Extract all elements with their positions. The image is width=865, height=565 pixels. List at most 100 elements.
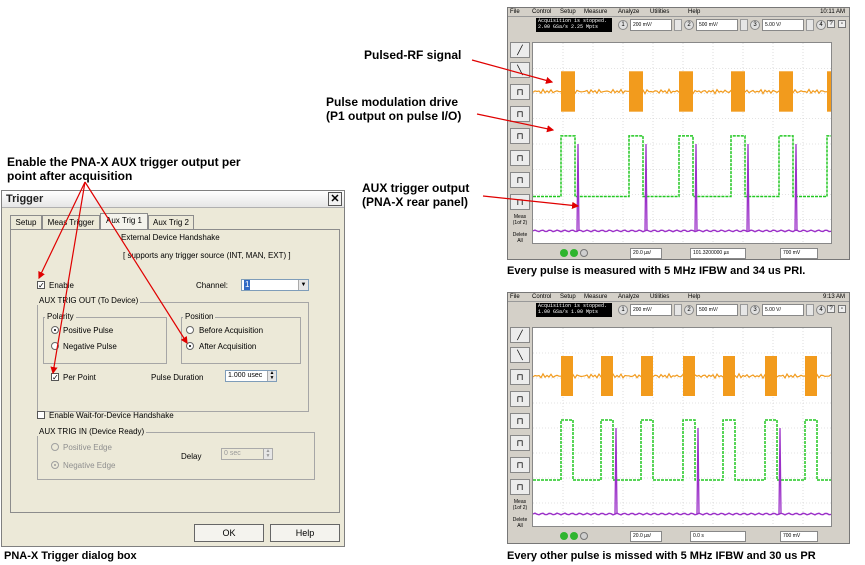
duty-cycle-icon[interactable]: ⊓ — [510, 172, 530, 188]
channel-scale[interactable]: 200 mV/ — [630, 304, 672, 316]
channel-number: 4 — [816, 305, 826, 315]
channel-scale[interactable]: 200 mV/ — [630, 19, 672, 31]
period-icon[interactable]: ⊓ — [510, 413, 530, 429]
period-icon[interactable]: ⊓ — [510, 128, 530, 144]
timebase-field[interactable]: 20.0 µs/ — [630, 531, 662, 542]
channel-scale[interactable]: 500 mV/ — [696, 19, 738, 31]
spin-arrows-icon[interactable]: ▲ ▼ — [263, 449, 272, 459]
spin-arrows-icon[interactable]: ▲ ▼ — [267, 371, 276, 381]
channel-scale[interactable]: 5.00 V/ — [762, 19, 804, 31]
negative-pulse-radio[interactable] — [51, 342, 59, 350]
menu-utilities[interactable]: Utilities — [650, 294, 669, 301]
chevron-down-icon[interactable]: ▼ — [298, 280, 308, 290]
ok-button[interactable]: OK — [194, 524, 264, 542]
pulse-width-icon[interactable]: ⊓ — [510, 369, 530, 385]
stop-icon[interactable] — [570, 249, 578, 257]
meas-page-label[interactable]: Meas (1of 2) — [510, 499, 530, 511]
channel-3-control[interactable]: 3 5.00 V/ — [750, 19, 816, 31]
single-icon[interactable] — [580, 532, 588, 540]
duty-cycle-icon[interactable]: ⊓ — [510, 457, 530, 473]
amplitude-icon[interactable]: ⊓ — [510, 479, 530, 495]
window-icon[interactable]: ▫ — [838, 305, 846, 313]
delete-all-button[interactable]: Delete All — [510, 232, 530, 244]
per-point-label: Per Point — [63, 373, 96, 382]
scale-spin-icon[interactable] — [740, 304, 748, 316]
before-acquisition-radio[interactable] — [186, 326, 194, 334]
pulse-measure-icon[interactable]: ⊓ — [510, 391, 530, 407]
tab-aux-trig-2[interactable]: Aux Trig 2 — [148, 215, 194, 230]
aux-trig-in-label: AUX TRIG IN (Device Ready) — [37, 427, 147, 436]
per-point-checkbox[interactable]: ✓ — [51, 373, 59, 382]
menu-measure[interactable]: Measure — [584, 9, 607, 16]
scale-spin-icon[interactable] — [806, 304, 814, 316]
channel-label: Channel: — [196, 281, 229, 290]
menu-analyze[interactable]: Analyze — [618, 9, 639, 16]
delay-input[interactable]: 0 sec ▲ ▼ — [221, 448, 273, 460]
after-acquisition-radio[interactable] — [186, 342, 194, 350]
pulse-duration-value: 1.000 usec — [228, 372, 263, 379]
rf-burst — [731, 71, 745, 112]
menu-analyze[interactable]: Analyze — [618, 294, 639, 301]
frequency-icon[interactable]: ⊓ — [510, 435, 530, 451]
channel-1-control[interactable]: 1 200 mV/ — [618, 304, 684, 316]
menu-utilities[interactable]: Utilities — [650, 9, 669, 16]
meas-page-label[interactable]: Meas (1of 2) — [510, 214, 530, 226]
amplitude-icon[interactable]: ⊓ — [510, 194, 530, 210]
negative-edge-radio[interactable] — [51, 461, 59, 469]
timebase-field[interactable]: 20.0 µs/ — [630, 248, 662, 259]
help-button[interactable]: Help — [270, 524, 340, 542]
scale-spin-icon[interactable] — [806, 19, 814, 31]
acquisition-status: Acquisition is stopped. 2.00 GSa/s 2.25 … — [536, 18, 612, 32]
trigger-level-field[interactable]: 700 mV — [780, 531, 818, 542]
status-line: 1.00 GSa/s 1.00 Mpts — [538, 309, 599, 315]
tool-column: ╱ ╲ ⊓ ⊓ ⊓ ⊓ ⊓ ⊓ — [510, 42, 530, 242]
wait-handshake-checkbox[interactable] — [37, 411, 45, 419]
menu-control[interactable]: Control — [532, 294, 551, 301]
rising-edge-icon[interactable]: ╱ — [510, 42, 530, 58]
position-field[interactable]: 101.3200000 µs — [690, 248, 746, 259]
close-icon[interactable]: ✕ — [328, 192, 342, 206]
pulse-measure-icon[interactable]: ⊓ — [510, 106, 530, 122]
help-icon[interactable]: ? — [827, 20, 835, 28]
channel-1-control[interactable]: 1 200 mV/ — [618, 19, 684, 31]
channel-2-control[interactable]: 2 500 mV/ — [684, 19, 750, 31]
help-icon[interactable]: ? — [827, 305, 835, 313]
frequency-icon[interactable]: ⊓ — [510, 150, 530, 166]
channel-select[interactable]: 1 ▼ — [241, 279, 309, 291]
scale-spin-icon[interactable] — [674, 19, 682, 31]
positive-pulse-radio[interactable] — [51, 326, 59, 334]
menu-control[interactable]: Control — [532, 9, 551, 16]
pulse-width-icon[interactable]: ⊓ — [510, 84, 530, 100]
falling-edge-icon[interactable]: ╲ — [510, 347, 530, 363]
tab-aux-trig-1[interactable]: Aux Trig 1 — [100, 213, 148, 230]
scale-spin-icon[interactable] — [674, 304, 682, 316]
enable-checkbox[interactable]: ✓ — [37, 281, 45, 290]
tab-meas-trigger[interactable]: Meas Trigger — [42, 215, 100, 230]
channel-scale[interactable]: 5.00 V/ — [762, 304, 804, 316]
menu-setup[interactable]: Setup — [560, 294, 576, 301]
channel-scale[interactable]: 500 mV/ — [696, 304, 738, 316]
trigger-level-field[interactable]: 700 mV — [780, 248, 818, 259]
falling-edge-icon[interactable]: ╲ — [510, 62, 530, 78]
menu-file[interactable]: File — [510, 9, 520, 16]
tab-setup[interactable]: Setup — [10, 215, 42, 230]
channel-2-control[interactable]: 2 500 mV/ — [684, 304, 750, 316]
scale-spin-icon[interactable] — [740, 19, 748, 31]
position-field[interactable]: 0.0 s — [690, 531, 746, 542]
run-icon[interactable] — [560, 249, 568, 257]
menu-file[interactable]: File — [510, 294, 520, 301]
single-icon[interactable] — [580, 249, 588, 257]
rising-edge-icon[interactable]: ╱ — [510, 327, 530, 343]
stop-icon[interactable] — [570, 532, 578, 540]
menu-measure[interactable]: Measure — [584, 294, 607, 301]
window-icon[interactable]: ▫ — [838, 20, 846, 28]
rf-burst — [561, 71, 575, 112]
menu-help[interactable]: Help — [688, 9, 700, 16]
menu-setup[interactable]: Setup — [560, 9, 576, 16]
menu-help[interactable]: Help — [688, 294, 700, 301]
run-icon[interactable] — [560, 532, 568, 540]
pulse-duration-input[interactable]: 1.000 usec ▲ ▼ — [225, 370, 277, 382]
channel-3-control[interactable]: 3 5.00 V/ — [750, 304, 816, 316]
delete-all-button[interactable]: Delete All — [510, 517, 530, 529]
positive-edge-radio[interactable] — [51, 443, 59, 451]
